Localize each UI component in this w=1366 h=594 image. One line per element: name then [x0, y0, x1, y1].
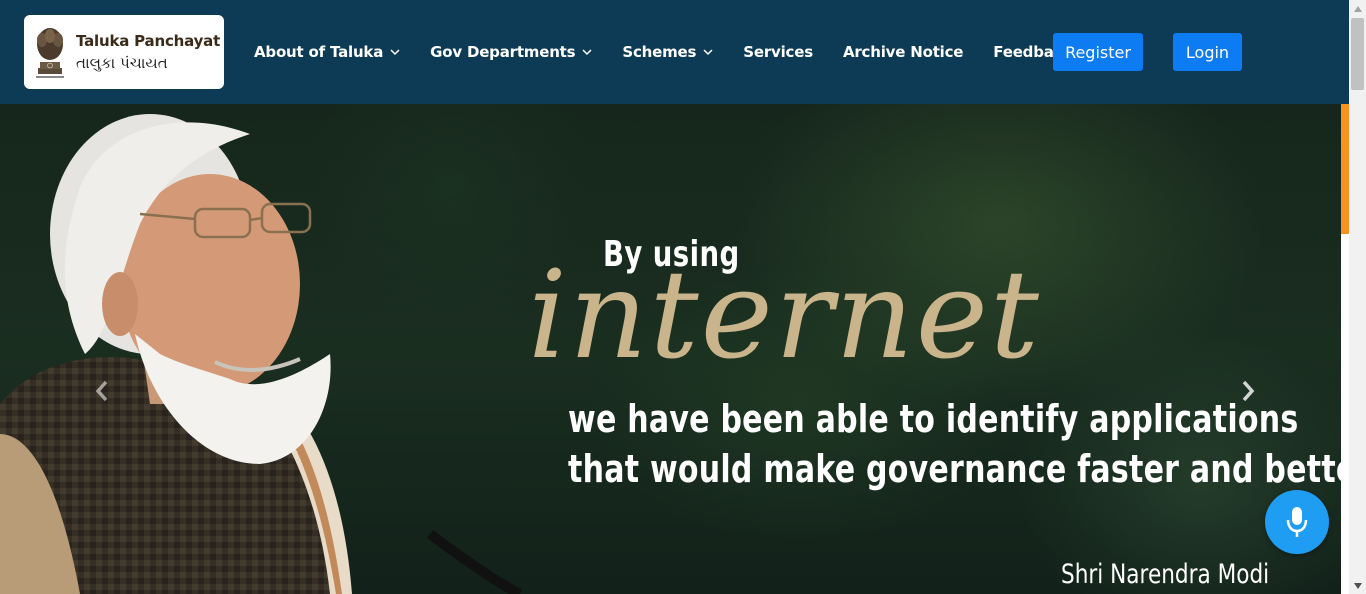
quote-highlight-word: internet	[528, 244, 1041, 386]
brand-title-en: Taluka Panchayat	[76, 32, 221, 50]
quote-line-2: that would make governance faster and be…	[568, 447, 1341, 491]
chevron-down-icon	[582, 49, 592, 56]
scroll-up-arrow[interactable]	[1349, 0, 1366, 17]
scroll-thumb[interactable]	[1351, 18, 1364, 90]
chevron-down-icon	[390, 49, 400, 56]
quote-line-1: we have been able to identify applicatio…	[568, 397, 1299, 441]
nav-archive-notice-label: Archive Notice	[842, 43, 964, 61]
hero-carousel: By using internet we have been able to i…	[0, 104, 1341, 594]
nav-gov-departments[interactable]: Gov Departments	[430, 43, 593, 61]
quote-author: Shri Narendra Modi	[1061, 559, 1270, 590]
nav-schemes[interactable]: Schemes	[622, 43, 714, 61]
side-accent-strip	[1341, 104, 1349, 234]
voice-search-button[interactable]	[1265, 490, 1329, 554]
triangle-down-icon	[1353, 582, 1362, 589]
top-navbar: Taluka Panchayat તાલુકા પંચાયત About of …	[0, 0, 1349, 104]
chevron-down-icon	[703, 49, 713, 56]
login-button[interactable]: Login	[1173, 33, 1242, 71]
site-logo[interactable]: Taluka Panchayat તાલુકા પંચાયત	[24, 15, 224, 89]
carousel-prev-button[interactable]	[92, 376, 112, 406]
side-accent-rest	[1341, 234, 1349, 594]
carousel-next-button[interactable]	[1238, 376, 1258, 406]
nav-schemes-label: Schemes	[622, 43, 697, 61]
microphone-icon	[1286, 507, 1308, 537]
chevron-right-icon	[1242, 380, 1255, 402]
chevron-left-icon	[95, 380, 108, 402]
ashoka-emblem-icon	[28, 21, 72, 83]
register-button[interactable]: Register	[1053, 33, 1143, 71]
nav-about-taluka-label: About of Taluka	[254, 43, 384, 61]
nav-services[interactable]: Services	[743, 43, 813, 61]
scroll-down-arrow[interactable]	[1349, 577, 1366, 594]
brand-title-gu: તાલુકા પંચાયત	[76, 54, 168, 72]
nav-services-label: Services	[743, 43, 813, 61]
nav-archive-notice[interactable]: Archive Notice	[842, 43, 964, 61]
nav-gov-departments-label: Gov Departments	[430, 43, 576, 61]
hero-portrait-image	[0, 114, 523, 594]
main-nav: About of Taluka Gov Departments Schemes …	[254, 0, 1072, 104]
triangle-up-icon	[1353, 5, 1362, 12]
nav-about-taluka[interactable]: About of Taluka	[254, 43, 401, 61]
page-scrollbar[interactable]	[1349, 0, 1366, 594]
